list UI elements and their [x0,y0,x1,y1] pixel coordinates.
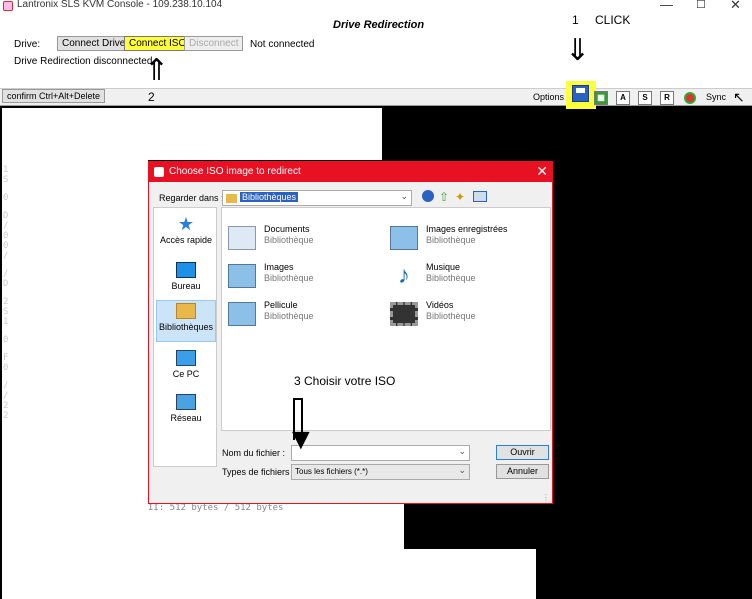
console-transfer-line: II: 512 bytes / 512 bytes [148,503,284,513]
sync-icon[interactable] [684,92,696,104]
drive-redirection-panel: Drive Redirection Drive: Connect Drive C… [0,12,752,88]
toolbar-s-icon[interactable]: S [638,91,652,105]
console-region-top [2,108,382,160]
dialog-java-icon [154,167,164,177]
drive-label: Drive: [14,39,41,50]
places-bar: ★ Accès rapide Bureau Bibliothèques Ce P… [153,207,217,467]
arrow-down-icon: ▼ [286,423,316,456]
filename-label: Nom du fichier : [222,448,286,458]
arrow-down-icon: ⇓ [565,34,591,67]
kvm-toolbar: confirm Ctrl+Alt+Delete Options ▦ A S R … [0,81,752,109]
film-roll-icon [228,302,256,326]
java-app-icon [3,1,13,11]
arrow-up-icon: ⇑ [144,54,170,87]
file-list: Documents Bibliothèque Images enregistré… [221,207,551,431]
desktop-icon [176,262,196,278]
ctrl-alt-delete-button[interactable]: confirm Ctrl+Alt+Delete [2,89,106,103]
file-item-music[interactable]: ♪ Musique Bibliothèque [390,262,540,292]
floppy-disk-icon[interactable] [572,85,589,102]
maximize-icon[interactable]: ☐ [696,0,706,11]
filename-input[interactable]: ⌄ [291,445,470,461]
panel-title: Drive Redirection [333,19,425,31]
annotation-step-2: 2 [148,90,155,104]
chevron-down-icon: ⌄ [458,465,466,475]
toolbar-a-icon[interactable]: A [616,91,630,105]
console-region-left [2,160,148,508]
place-this-pc[interactable]: Ce PC [156,348,216,388]
back-icon[interactable] [422,190,434,202]
disconnect-button[interactable]: Disconnect [184,36,244,51]
chevron-down-icon: ⌄ [400,191,408,201]
network-icon [176,394,196,410]
filetype-select[interactable]: Tous les fichiers (*.*) ⌄ [291,464,470,480]
folder-icon [226,194,237,203]
view-menu-icon[interactable] [473,191,487,202]
video-film-icon [390,302,418,326]
libraries-icon [176,303,196,319]
connect-iso-button[interactable]: Connect ISO [124,36,192,51]
place-libraries[interactable]: Bibliothèques [156,300,216,342]
sync-label[interactable]: Sync [706,92,726,102]
place-network[interactable]: Réseau [156,392,216,432]
open-button[interactable]: Ouvrir [496,445,549,460]
console-left-column: 1 S 0 D / 0 0 / / D 2 S 1 0 F 0 / / 2 2 [3,165,9,421]
music-note-icon: ♪ [398,262,410,289]
status-message: Drive Redirection disconnected. [14,56,156,67]
connect-drive-button[interactable]: Connect Drive [57,36,131,51]
file-item-videos[interactable]: Vidéos Bibliothèque [390,300,540,330]
look-in-label: Regarder dans : [159,193,224,203]
annotation-click: CLICK [595,13,631,27]
file-item-images[interactable]: Images Bibliothèque [228,262,378,292]
annotation-step-3: 3 Choisir votre ISO [294,374,396,388]
options-label: Options [533,92,565,102]
video-settings-icon[interactable]: ▦ [594,91,608,105]
file-item-documents[interactable]: Documents Bibliothèque [228,224,378,254]
file-item-saved-images[interactable]: Images enregistrées Bibliothèque [390,224,540,254]
file-item-film-roll[interactable]: Pellicule Bibliothèque [228,300,378,330]
window-title: Lantronix SLS KVM Console - 109.238.10.1… [17,0,223,10]
documents-icon [228,226,256,250]
computer-icon [176,350,196,366]
filetype-label: Types de fichiers : [222,467,295,477]
cancel-button[interactable]: Annuler [496,464,549,479]
dialog-titlebar: Choose ISO image to redirect ✕ [149,162,552,182]
star-icon: ★ [177,214,195,234]
chevron-down-icon: ⌄ [458,446,466,456]
resize-grip-icon[interactable]: ⋮ [542,493,550,502]
look-in-combo[interactable]: Bibliothèques ⌄ [222,190,412,206]
new-folder-icon[interactable]: ✦ [455,190,465,204]
saved-images-icon [390,226,418,250]
images-icon [228,264,256,288]
dialog-close-icon[interactable]: ✕ [536,163,548,180]
toolbar-r-icon[interactable]: R [660,91,674,105]
place-quick-access[interactable]: ★ Accès rapide [156,214,216,254]
console-region-base [2,549,536,599]
cursor-icon[interactable]: ↖ [733,89,745,106]
annotation-step-1: 1 [572,13,579,27]
up-folder-icon[interactable]: ⇧ [439,190,449,204]
look-in-value: Bibliothèques [240,192,299,202]
choose-iso-dialog: Choose ISO image to redirect ✕ Regarder … [148,161,553,504]
minimize-icon[interactable]: — [660,0,673,12]
connection-status: Not connected [250,39,315,50]
place-desktop[interactable]: Bureau [156,260,216,300]
window-titlebar: Lantronix SLS KVM Console - 109.238.10.1… [0,0,752,12]
dialog-title: Choose ISO image to redirect [169,166,301,177]
